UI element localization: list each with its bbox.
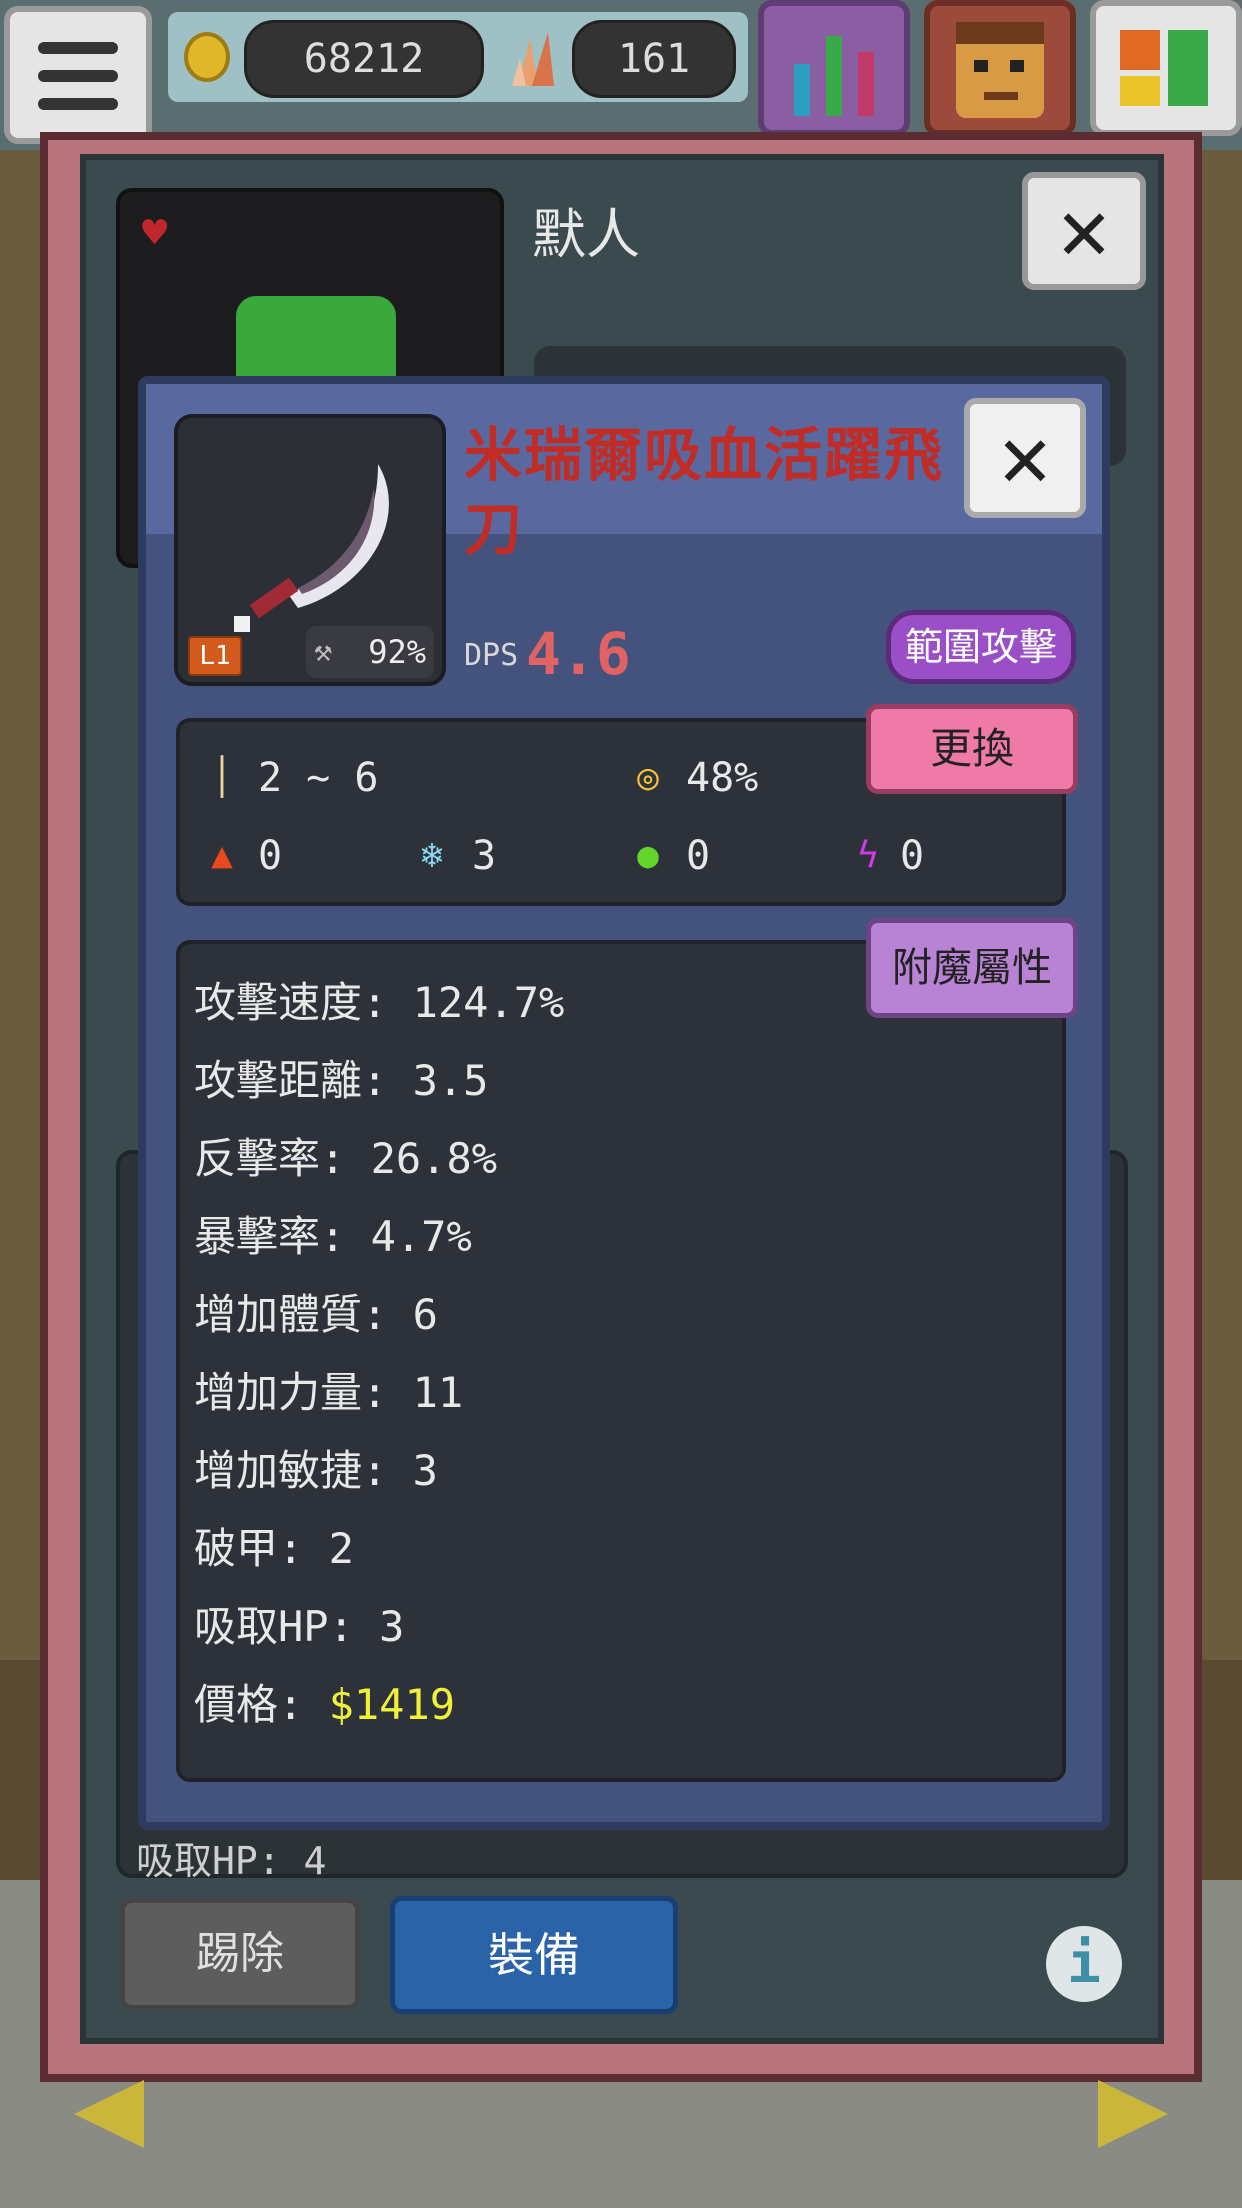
crystal-icon: [512, 32, 554, 86]
attribute-row: 增加體質: 6: [194, 1290, 438, 1339]
close-icon: ✕: [999, 407, 1051, 507]
stats-button[interactable]: [758, 0, 910, 136]
fire-icon: ▲: [211, 835, 233, 876]
accuracy-value: 48%: [686, 755, 759, 801]
hero-partial-stat: 吸取HP: 4: [136, 1839, 327, 1883]
attribute-row: 吸取HP: 3: [194, 1602, 405, 1651]
heart-icon: ♥: [142, 208, 168, 257]
durability-value: 92%: [368, 633, 426, 671]
damage-value: 2 ~ 6: [258, 755, 379, 801]
item-name: 米瑞爾吸血活躍飛刀: [464, 421, 945, 563]
lightning-icon: ϟ: [857, 835, 879, 876]
lightning-value: 0: [900, 833, 925, 879]
layout-button[interactable]: [1090, 0, 1242, 136]
enchant-button[interactable]: 附魔屬性: [866, 918, 1078, 1018]
menu-button[interactable]: [4, 6, 152, 144]
attribute-row: 攻擊速度: 124.7%: [194, 978, 565, 1027]
attribute-row: 增加力量: 11: [194, 1368, 464, 1417]
attribute-row: 暴擊率: 4.7%: [194, 1212, 472, 1261]
aoe-tag[interactable]: 範圍攻擊: [886, 610, 1076, 684]
poison-value: 0: [686, 833, 711, 879]
fire-value: 0: [258, 833, 283, 879]
hero-button[interactable]: [924, 0, 1076, 136]
kick-button[interactable]: 踢除: [120, 1898, 360, 2010]
price-label: 價格:: [194, 1680, 304, 1729]
hero-name: 默人: [532, 203, 640, 266]
attribute-row: 反擊率: 26.8%: [194, 1134, 498, 1183]
swap-button[interactable]: 更換: [866, 704, 1078, 794]
sword-icon: │: [211, 757, 233, 798]
info-button[interactable]: i: [1046, 1926, 1122, 2002]
poison-icon: ●: [637, 835, 659, 876]
snowflake-icon: ❄: [421, 835, 443, 876]
coin-icon: [184, 32, 230, 82]
target-icon: ◎: [637, 757, 659, 798]
item-dialog-close-button[interactable]: ✕: [964, 398, 1086, 518]
arrow-right-icon[interactable]: [1098, 2080, 1168, 2148]
hammer-icon: ⚒: [314, 634, 333, 669]
hero-icon: [956, 22, 1044, 118]
crystal-count: 161: [572, 20, 736, 98]
price-value: $1419: [328, 1680, 456, 1729]
attribute-row: 攻擊距離: 3.5: [194, 1056, 489, 1105]
price-row: 價格: $1419: [194, 1680, 455, 1730]
item-level-badge: L1: [188, 636, 242, 676]
equip-button[interactable]: 裝備: [390, 1896, 678, 2014]
ice-value: 3: [472, 833, 497, 879]
attribute-row: 破甲: 2: [194, 1524, 354, 1573]
layout-icon: [1120, 30, 1208, 106]
stats-icon: [794, 36, 874, 116]
close-icon: ✕: [1058, 180, 1110, 280]
attribute-row: 增加敏捷: 3: [194, 1446, 438, 1495]
info-icon: i: [1067, 1931, 1101, 1996]
coin-count: 68212: [244, 20, 484, 98]
dps-value: 4.6: [526, 620, 631, 688]
hero-panel-close-button[interactable]: ✕: [1022, 172, 1146, 290]
arrow-left-icon[interactable]: [74, 2080, 144, 2148]
dps-label: DPS: [464, 638, 519, 673]
